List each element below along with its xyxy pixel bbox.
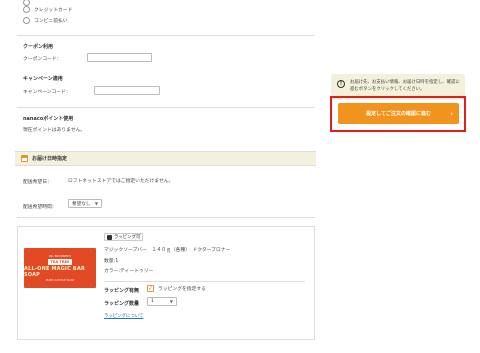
divider xyxy=(104,281,305,282)
coupon-code-input[interactable] xyxy=(87,53,152,62)
product-quantity: 数量:1 xyxy=(104,259,119,264)
wrapping-checkbox-row[interactable]: ✓ ラッピングを指定する xyxy=(147,285,206,292)
divider xyxy=(17,217,315,218)
wrapping-option-label: ラッピング有無 xyxy=(104,288,140,294)
product-image: DR. BRONNER'S TEA TREE ALL-ONE MAGIC BAR… xyxy=(24,248,96,288)
warning-icon: ! xyxy=(337,80,345,88)
coupon-code-label: クーポンコード： xyxy=(23,57,62,62)
campaign-heading: キャンペーン適用 xyxy=(23,76,63,82)
delivery-date-label: 配送希望日： xyxy=(23,180,52,185)
radio-button[interactable] xyxy=(23,6,30,13)
delivery-section-header: お届け日時指定 xyxy=(15,151,316,166)
campaign-code-input[interactable] xyxy=(94,86,160,95)
nanaco-heading: nanacoポイント使用 xyxy=(23,116,74,122)
product-image-title: ALL-ONE MAGIC BAR SOAP xyxy=(24,266,86,278)
delivery-time-select[interactable]: 希望なし ▼ xyxy=(68,199,102,208)
payment-option-credit-card[interactable]: クレジットカード xyxy=(23,6,72,13)
delivery-section-title: お届け日時指定 xyxy=(32,156,68,162)
product-color: カラー:ティートゥリー xyxy=(104,269,154,274)
sidebar-notice-text: お届け先、お支払い情報、お届け日時を指定し、確認に進むボタンをクリックしてくださ… xyxy=(350,80,460,92)
gift-icon xyxy=(107,234,112,240)
product-image-brand: DR. BRONNER'S xyxy=(48,254,72,258)
wrapping-info-link[interactable]: ラッピングについて xyxy=(104,313,143,319)
payment-option-label: クレジットカード xyxy=(34,8,73,13)
radio-button[interactable] xyxy=(23,17,30,24)
chevron-down-icon: ▼ xyxy=(169,299,173,304)
wrapping-count-value: 1 xyxy=(151,299,154,304)
product-name: マジックソープバー １４０ｇ（各種） ドクターブロナー xyxy=(104,248,231,253)
confirm-order-button[interactable]: 設定してご注文の確認に進む › xyxy=(338,103,459,124)
delivery-time-label: 配送希望時間： xyxy=(23,205,57,210)
wrapping-available-label: ラッピング可 xyxy=(114,235,141,240)
wrapping-count-label: ラッピング数量 xyxy=(104,301,140,307)
wrapping-info-link-text[interactable]: ラッピングについて xyxy=(104,314,143,319)
wrapping-count-select[interactable]: 1 ▼ xyxy=(147,297,177,306)
delivery-time-selected: 希望なし xyxy=(72,201,91,207)
nanaco-message: 現在ポイントはありません。 xyxy=(23,128,86,133)
chevron-down-icon: ▼ xyxy=(94,201,98,206)
wrapping-checkbox-label: ラッピングを指定する xyxy=(158,287,206,292)
wrapping-checkbox[interactable]: ✓ xyxy=(147,285,154,292)
delivery-date-value: ロフトネットストアではご指定いただけません。 xyxy=(68,179,174,184)
divider xyxy=(17,107,315,108)
product-image-fine: PURE-CASTILE SOAP xyxy=(45,278,75,282)
chevron-right-icon: › xyxy=(450,110,453,117)
wrapping-available-badge: ラッピング可 xyxy=(104,233,144,241)
product-image-variant: TEA TREE xyxy=(48,259,72,265)
divider xyxy=(17,35,315,36)
payment-option-label: コンビニ前払い xyxy=(34,19,68,24)
campaign-code-label: キャンペーンコード： xyxy=(23,90,71,95)
confirm-order-button-label: 設定してご注文の確認に進む xyxy=(366,111,431,117)
payment-option-convenience-store[interactable]: コンビニ前払い xyxy=(23,17,68,24)
calendar-icon xyxy=(21,155,28,162)
coupon-heading: クーポン利用 xyxy=(23,44,54,50)
